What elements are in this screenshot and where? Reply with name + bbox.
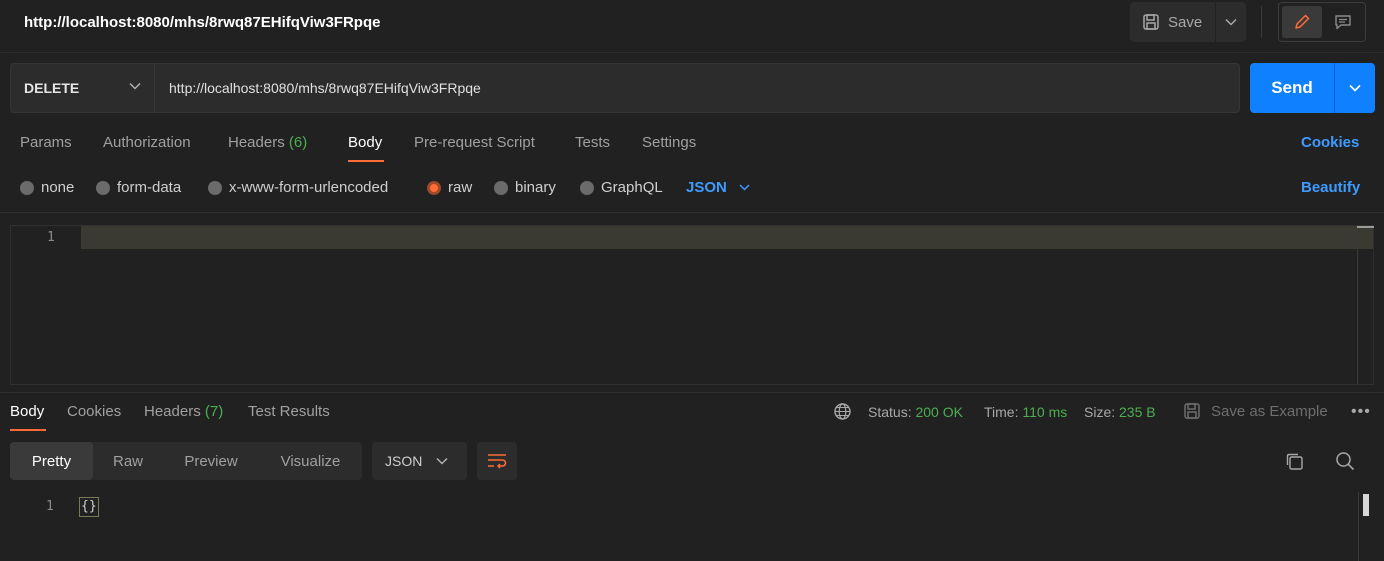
radio-binary[interactable]: binary: [494, 179, 556, 196]
tab-settings[interactable]: Settings: [642, 134, 696, 151]
request-title[interactable]: http://localhost:8080/mhs/8rwq87EHifqViw…: [24, 14, 380, 31]
cookies-link[interactable]: Cookies: [1301, 134, 1359, 151]
save-button[interactable]: Save: [1130, 2, 1215, 42]
divider: [0, 392, 1384, 393]
more-options-button[interactable]: •••: [1351, 403, 1371, 421]
radio-label: none: [41, 179, 75, 196]
comment-icon: [1334, 13, 1352, 31]
tab-authorization[interactable]: Authorization: [103, 134, 191, 151]
size-label: Size:: [1084, 404, 1116, 420]
send-button[interactable]: Send: [1250, 63, 1334, 113]
tab-pre-request-script[interactable]: Pre-request Script: [414, 134, 535, 151]
view-preview[interactable]: Preview: [163, 442, 259, 480]
method-label: DELETE: [24, 80, 80, 96]
response-tab-test-results[interactable]: Test Results: [248, 403, 330, 420]
title-bar: http://localhost:8080/mhs/8rwq87EHifqViw…: [0, 0, 1384, 53]
radio-none[interactable]: none: [20, 179, 74, 196]
save-as-example-label: Save as Example: [1211, 402, 1328, 420]
raw-format-select[interactable]: JSON: [686, 179, 750, 196]
size-value: 235 B: [1119, 404, 1156, 420]
view-pretty[interactable]: Pretty: [10, 442, 93, 480]
tab-params[interactable]: Params: [20, 134, 72, 151]
copy-icon[interactable]: [1285, 452, 1305, 472]
radio-label: binary: [515, 179, 556, 196]
status-readout: Status: 200 OK: [868, 404, 963, 420]
save-label: Save: [1168, 13, 1203, 31]
raw-format-label: JSON: [686, 179, 727, 196]
response-tab-headers-label: Headers: [144, 403, 201, 420]
comment-mode-button[interactable]: [1323, 6, 1363, 38]
search-icon[interactable]: [1335, 451, 1355, 471]
time-readout: Time: 110 ms: [984, 404, 1067, 420]
view-visualize[interactable]: Visualize: [259, 442, 362, 480]
radio-urlencoded[interactable]: x-www-form-urlencoded: [208, 179, 388, 196]
tab-tests[interactable]: Tests: [575, 134, 610, 151]
chevron-down-icon: [739, 184, 750, 191]
send-options-button[interactable]: [1335, 63, 1375, 113]
save-icon: [1183, 402, 1201, 420]
response-tab-headers-count: (7): [204, 403, 224, 420]
send-button-group: Send: [1250, 63, 1375, 113]
url-bar: DELETE http://localhost:8080/mhs/8rwq87E…: [10, 63, 1240, 113]
chevron-down-icon: [1349, 84, 1361, 92]
save-icon: [1142, 13, 1160, 31]
active-tab-indicator: [10, 429, 46, 431]
save-button-group: Save: [1130, 2, 1246, 42]
pencil-icon: [1293, 13, 1311, 31]
tab-headers[interactable]: Headers (6): [228, 134, 307, 151]
url-input[interactable]: http://localhost:8080/mhs/8rwq87EHifqViw…: [169, 80, 1219, 96]
response-body-content: {}: [79, 497, 99, 517]
scrollbar-thumb[interactable]: [1357, 226, 1374, 228]
edit-mode-button[interactable]: [1282, 6, 1322, 38]
radio-raw[interactable]: raw: [427, 179, 472, 196]
line-number: 1: [47, 230, 55, 245]
radio-indicator: [580, 180, 594, 195]
response-format-select[interactable]: JSON: [372, 442, 467, 480]
response-format-label: JSON: [385, 453, 423, 469]
tab-headers-count: (6): [288, 134, 308, 151]
status-value: 200 OK: [915, 404, 963, 420]
radio-indicator: [96, 180, 110, 195]
size-readout: Size: 235 B: [1084, 404, 1156, 420]
chevron-down-icon: [436, 457, 448, 465]
wrap-lines-button[interactable]: [477, 442, 517, 480]
chevron-down-icon: [129, 82, 141, 90]
time-label: Time:: [984, 404, 1019, 420]
radio-label: GraphQL: [601, 179, 663, 196]
response-tab-body[interactable]: Body: [10, 403, 44, 420]
response-tab-cookies[interactable]: Cookies: [67, 403, 121, 420]
radio-form-data[interactable]: form-data: [96, 179, 181, 196]
response-tab-headers[interactable]: Headers (7): [144, 403, 223, 420]
request-body-editor[interactable]: 1: [10, 225, 1374, 385]
tab-headers-label: Headers: [228, 134, 285, 151]
radio-indicator-selected: [427, 180, 441, 195]
radio-indicator: [20, 180, 34, 195]
globe-icon[interactable]: [833, 402, 852, 421]
divider: [0, 212, 1384, 213]
chevron-down-icon: [1225, 18, 1237, 26]
response-view-segmented: Pretty Raw Preview Visualize: [10, 442, 362, 480]
time-value: 110 ms: [1022, 404, 1068, 420]
tab-body[interactable]: Body: [348, 134, 382, 151]
save-as-example-button[interactable]: Save as Example: [1183, 402, 1328, 420]
scrollbar[interactable]: [1357, 226, 1358, 384]
view-raw[interactable]: Raw: [93, 442, 163, 480]
scrollbar-thumb[interactable]: [1363, 494, 1369, 516]
beautify-link[interactable]: Beautify: [1301, 179, 1360, 196]
divider: [1261, 6, 1262, 38]
scrollbar[interactable]: [1358, 492, 1359, 561]
radio-label: raw: [448, 179, 473, 196]
radio-indicator: [494, 180, 508, 195]
line-number: 1: [46, 499, 54, 514]
radio-label: x-www-form-urlencoded: [229, 179, 389, 196]
active-line-highlight: [81, 226, 1373, 249]
active-tab-indicator: [348, 160, 384, 162]
radio-graphql[interactable]: GraphQL: [580, 179, 663, 196]
status-label: Status:: [868, 404, 912, 420]
view-mode-toggle: [1278, 2, 1366, 42]
save-options-button[interactable]: [1216, 2, 1246, 42]
radio-indicator: [208, 180, 222, 195]
radio-label: form-data: [117, 179, 182, 196]
wrap-lines-icon: [487, 453, 507, 469]
